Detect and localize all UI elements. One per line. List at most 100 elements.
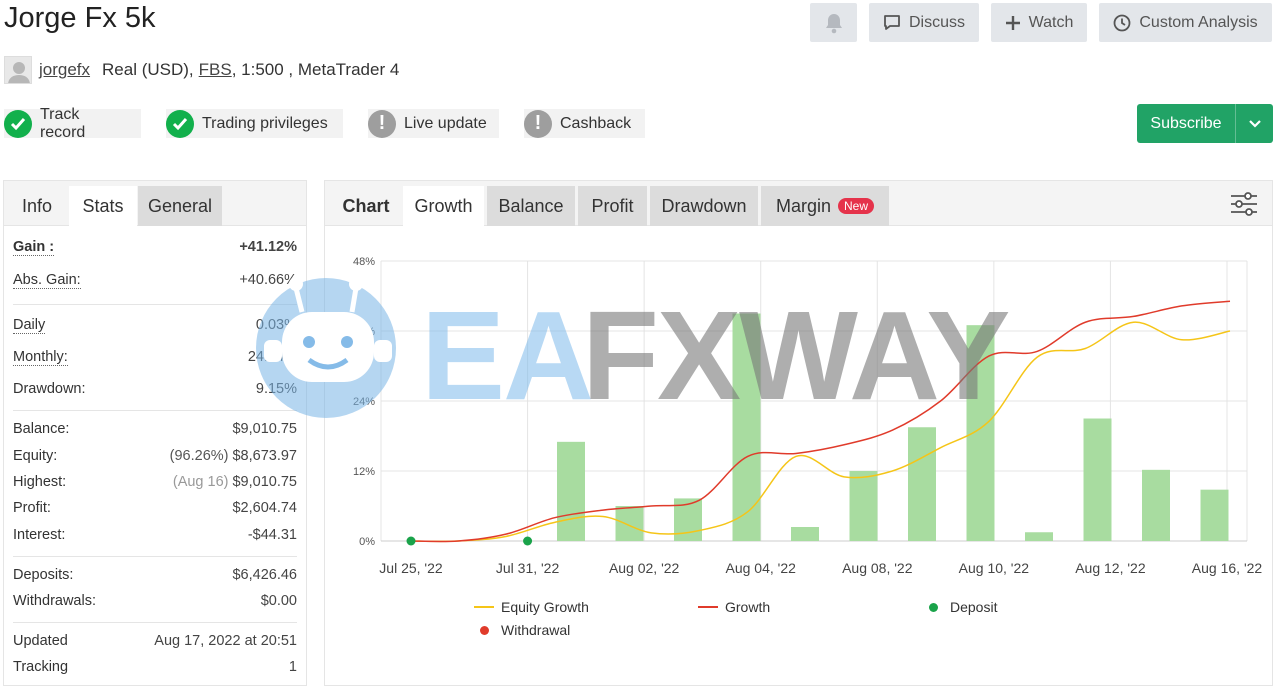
legend-label: Deposit bbox=[950, 599, 998, 615]
chart-bar bbox=[849, 471, 878, 541]
x-tick-label: Aug 04, '22 bbox=[726, 560, 797, 576]
info-tabs: Info Stats General bbox=[4, 181, 306, 226]
sliders-icon bbox=[1231, 192, 1257, 216]
check-icon bbox=[4, 109, 32, 138]
divider bbox=[13, 556, 297, 557]
deposit-marker bbox=[523, 536, 533, 546]
chart-bar bbox=[791, 527, 819, 541]
tracking-value: 1 bbox=[288, 659, 297, 675]
legend-equity-growth[interactable]: Equity Growth bbox=[474, 599, 589, 615]
badge-cashback[interactable]: ! Cashback bbox=[524, 109, 645, 138]
tab-drawdown[interactable]: Drawdown bbox=[650, 186, 758, 226]
tab-general[interactable]: General bbox=[138, 186, 222, 226]
tab-info[interactable]: Info bbox=[8, 186, 66, 226]
x-tick-label: Jul 31, '22 bbox=[496, 560, 560, 576]
chart-bar bbox=[1200, 489, 1229, 541]
divider bbox=[13, 410, 297, 411]
badge-track-record[interactable]: Track record bbox=[4, 106, 141, 141]
x-tick-label: Aug 16, '22 bbox=[1192, 560, 1263, 576]
equity-row: Equity: (96.26%) $8,673.97 bbox=[13, 446, 297, 466]
chart-panel: Chart Growth Balance Profit Drawdown Mar… bbox=[324, 180, 1273, 686]
interest-value: -$44.31 bbox=[247, 527, 297, 543]
username-link[interactable]: jorgefx bbox=[39, 60, 90, 80]
y-tick-label: 36% bbox=[353, 326, 375, 338]
highest-note: (Aug 16) bbox=[172, 474, 229, 490]
badge-trading-privileges[interactable]: Trading privileges bbox=[166, 109, 343, 138]
badge-live-update[interactable]: ! Live update bbox=[368, 109, 499, 138]
divider bbox=[13, 304, 297, 305]
chart-settings-button[interactable] bbox=[1230, 191, 1258, 217]
subscribe-dropdown[interactable] bbox=[1235, 104, 1273, 143]
monthly-label[interactable]: Monthly: bbox=[13, 349, 68, 366]
withdrawals-label: Withdrawals: bbox=[13, 593, 96, 609]
highest-row: Highest: (Aug 16) $9,010.75 bbox=[13, 472, 297, 492]
custom-analysis-button[interactable]: Custom Analysis bbox=[1099, 3, 1272, 42]
badge-label: Cashback bbox=[560, 114, 632, 132]
profit-row: Profit: $2,604.74 bbox=[13, 498, 297, 518]
deposits-value: $6,426.46 bbox=[232, 567, 297, 583]
updated-row: Updated Aug 17, 2022 at 20:51 bbox=[13, 631, 297, 651]
gain-row: Gain : +41.12% bbox=[13, 237, 297, 257]
monthly-value: 24.74% bbox=[247, 349, 297, 365]
equity-label: Equity: bbox=[13, 448, 58, 464]
chart-y-labels: 0% 12% 24% 36% 48% bbox=[353, 256, 375, 548]
abs-gain-value: +40.66% bbox=[239, 272, 297, 288]
daily-value: 0.03% bbox=[255, 317, 297, 333]
balance-row: Balance: $9,010.75 bbox=[13, 419, 297, 439]
check-icon bbox=[166, 109, 194, 138]
tab-balance[interactable]: Balance bbox=[487, 186, 575, 226]
chart-x-labels: Jul 25, '22 Jul 31, '22 Aug 02, '22 Aug 04,… bbox=[379, 560, 1262, 576]
updated-value: Aug 17, 2022 at 20:51 bbox=[154, 633, 297, 649]
exclamation-icon: ! bbox=[524, 109, 552, 138]
chart-bar bbox=[1025, 532, 1053, 541]
account-info: jorgefx Real (USD), FBS , 1:500 , MetaTr… bbox=[4, 55, 399, 85]
tab-stats[interactable]: Stats bbox=[69, 186, 137, 226]
user-icon bbox=[8, 62, 30, 83]
tab-profit[interactable]: Profit bbox=[578, 186, 647, 226]
chart-tabs: Chart Growth Balance Profit Drawdown Mar… bbox=[325, 181, 1272, 226]
exclamation-icon: ! bbox=[368, 109, 396, 138]
new-badge: New bbox=[838, 198, 875, 214]
equity-value: $8,673.97 bbox=[232, 448, 297, 464]
legend-line-swatch bbox=[698, 606, 718, 608]
legend-deposit[interactable]: Deposit bbox=[929, 599, 997, 615]
abs-gain-label[interactable]: Abs. Gain: bbox=[13, 272, 81, 289]
updated-label: Updated bbox=[13, 633, 68, 649]
chart-bar bbox=[1142, 469, 1170, 541]
account-type: Real (USD), bbox=[102, 60, 194, 79]
notify-button[interactable] bbox=[810, 3, 857, 42]
tab-growth[interactable]: Growth bbox=[403, 186, 484, 226]
tab-margin-label: Margin bbox=[775, 195, 831, 216]
highest-label: Highest: bbox=[13, 474, 67, 490]
withdrawals-row: Withdrawals: $0.00 bbox=[13, 591, 297, 611]
subscribe-label: Subscribe bbox=[1150, 114, 1222, 132]
tab-margin[interactable]: Margin New bbox=[761, 186, 889, 226]
equity-note: (96.26%) bbox=[169, 448, 229, 464]
tab-chart: Chart bbox=[342, 195, 390, 216]
drawdown-value: 9.15% bbox=[255, 381, 297, 397]
legend-growth[interactable]: Growth bbox=[698, 599, 770, 615]
chart-bar bbox=[908, 427, 936, 541]
broker-link[interactable]: FBS bbox=[199, 60, 232, 80]
interest-row: Interest: -$44.31 bbox=[13, 525, 297, 545]
legend-withdrawal[interactable]: Withdrawal bbox=[480, 622, 570, 638]
drawdown-row: Drawdown: 9.15% bbox=[13, 379, 297, 399]
discuss-button[interactable]: Discuss bbox=[869, 3, 979, 42]
gain-value: +41.12% bbox=[239, 239, 297, 255]
avatar[interactable] bbox=[4, 56, 32, 84]
watch-label: Watch bbox=[1028, 13, 1074, 31]
tracking-label: Tracking bbox=[13, 659, 69, 675]
chart-bar bbox=[615, 506, 644, 541]
drawdown-label: Drawdown: bbox=[13, 381, 86, 397]
x-tick-label: Aug 02, '22 bbox=[609, 560, 680, 576]
subscribe-button[interactable]: Subscribe bbox=[1137, 104, 1273, 143]
x-tick-label: Aug 12, '22 bbox=[1075, 560, 1146, 576]
account-details: , 1:500 , MetaTrader 4 bbox=[231, 60, 400, 79]
daily-label[interactable]: Daily bbox=[13, 317, 46, 334]
monthly-row: Monthly: 24.74% bbox=[13, 347, 297, 367]
watch-button[interactable]: Watch bbox=[991, 3, 1087, 42]
chart-bars bbox=[557, 313, 1229, 541]
info-panel: Info Stats General Gain : +41.12% Abs. G… bbox=[3, 180, 307, 686]
abs-gain-row: Abs. Gain: +40.66% bbox=[13, 270, 297, 290]
gain-label[interactable]: Gain : bbox=[13, 239, 55, 256]
